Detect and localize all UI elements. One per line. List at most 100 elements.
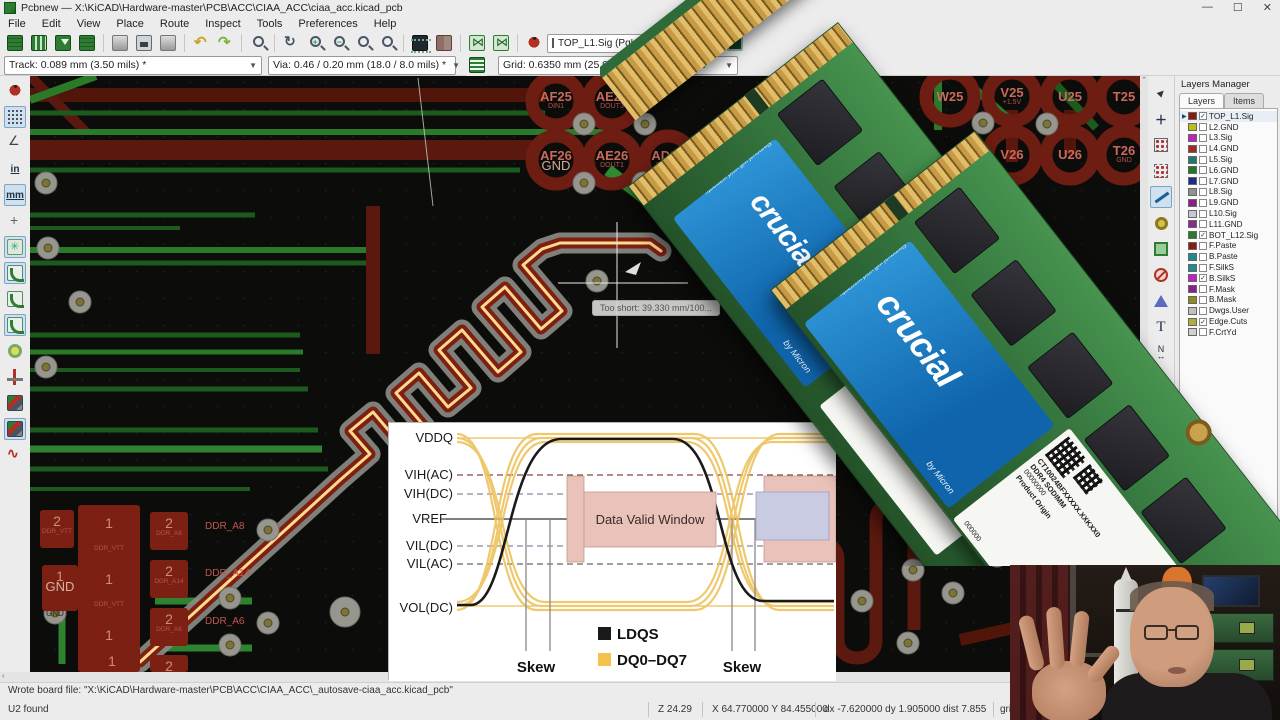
menu-place[interactable]: Place — [108, 18, 152, 30]
minimize-button[interactable]: — — [1202, 1, 1213, 14]
layer-visibility-checkbox[interactable]: ✓ — [1199, 317, 1207, 326]
menu-inspect[interactable]: Inspect — [197, 18, 248, 30]
library-browser-icon[interactable] — [433, 32, 455, 54]
menu-route[interactable]: Route — [152, 18, 197, 30]
layer-color-swatch[interactable] — [1188, 306, 1197, 315]
update-pcb-icon[interactable] — [466, 32, 488, 54]
layer-color-swatch[interactable] — [1188, 231, 1197, 240]
layer-row-b.mask[interactable]: B.Mask — [1180, 295, 1277, 306]
layer-row-b.paste[interactable]: B.Paste — [1180, 251, 1277, 262]
layer-color-swatch[interactable] — [1188, 295, 1197, 304]
layer-row-l9.gnd[interactable]: L9.GND — [1180, 197, 1277, 208]
layer-visibility-checkbox[interactable] — [1199, 328, 1207, 337]
layer-row-b.silks[interactable]: ✓ B.SilkS — [1180, 273, 1277, 284]
layer-row-l6.gnd[interactable]: L6.GND — [1180, 165, 1277, 176]
select-arrow-icon[interactable]: ► — [1150, 82, 1172, 104]
layer-color-swatch[interactable] — [1188, 209, 1197, 218]
net-inspector-icon[interactable] — [490, 32, 512, 54]
units-inches-icon[interactable]: in — [4, 158, 26, 180]
units-mm-icon[interactable]: mm — [4, 184, 26, 206]
layer-visibility-checkbox[interactable] — [1199, 166, 1207, 175]
layer-color-swatch[interactable] — [1188, 187, 1197, 196]
layer-visibility-checkbox[interactable] — [1199, 285, 1207, 294]
layer-row-l7.gnd[interactable]: L7.GND — [1180, 176, 1277, 187]
contrast-mode-button[interactable]: C — [667, 32, 689, 54]
menu-view[interactable]: View — [69, 18, 109, 30]
menu-edit[interactable]: Edit — [34, 18, 69, 30]
track-display-icon[interactable] — [4, 392, 26, 414]
layer-color-swatch[interactable] — [1188, 177, 1197, 186]
layer-row-edge.cuts[interactable]: ✓ Edge.Cuts — [1180, 316, 1277, 327]
layer-selector[interactable]: TOP_L1.Sig (PgUp) ▼ — [547, 33, 665, 53]
refresh-icon[interactable] — [280, 32, 302, 54]
layer-visibility-checkbox[interactable] — [1199, 209, 1207, 218]
3d-viewer-button[interactable] — [724, 32, 746, 54]
layer-visibility-checkbox[interactable] — [1199, 133, 1207, 142]
restore-button[interactable]: ☐ — [1233, 1, 1243, 14]
ratsnest-icon[interactable] — [4, 236, 26, 258]
tab-layers[interactable]: Layers — [1179, 93, 1225, 108]
diff-pair-icon[interactable] — [466, 54, 488, 76]
layer-color-swatch[interactable] — [1188, 285, 1197, 294]
layer-visibility-checkbox[interactable] — [1199, 155, 1207, 164]
zoom-select[interactable]: Zoom Auto ▼ — [650, 55, 738, 75]
curved-ratsnest-icon[interactable] — [4, 262, 26, 284]
close-button[interactable]: ✕ — [1263, 1, 1272, 14]
polar-coords-icon[interactable] — [4, 132, 26, 154]
save-board-icon[interactable] — [52, 32, 74, 54]
crossprobe-button[interactable] — [691, 32, 713, 54]
layer-row-f.paste[interactable]: F.Paste — [1180, 241, 1277, 252]
zoom-in-icon[interactable]: + — [304, 32, 326, 54]
layer-row-l8.sig[interactable]: L8.Sig — [1180, 187, 1277, 198]
grid-select[interactable]: Grid: 0.6350 mm (25.00 mils) ▼ — [498, 55, 653, 75]
layer-visibility-checkbox[interactable] — [1199, 241, 1207, 250]
menu-file[interactable]: File — [0, 18, 34, 30]
layer-row-l3.sig[interactable]: L3.Sig — [1180, 133, 1277, 144]
drc-icon[interactable] — [523, 32, 545, 54]
meander-icon[interactable] — [4, 444, 26, 466]
menu-help[interactable]: Help — [366, 18, 405, 30]
page-settings-icon[interactable] — [109, 32, 131, 54]
print-icon[interactable] — [133, 32, 155, 54]
add-dimension-icon[interactable]: N ↔ — [1150, 342, 1172, 364]
add-footprint-icon[interactable] — [1150, 160, 1172, 182]
redo-icon[interactable] — [214, 32, 236, 54]
new-board-icon[interactable] — [4, 32, 26, 54]
hide-ratsnest-icon[interactable] — [4, 288, 26, 310]
layer-color-swatch[interactable] — [1188, 198, 1197, 207]
layer-visibility-checkbox[interactable] — [1199, 187, 1207, 196]
pad-display-icon[interactable] — [4, 340, 26, 362]
menu-preferences[interactable]: Preferences — [290, 18, 365, 30]
layer-row-l11.gnd[interactable]: L11.GND — [1180, 219, 1277, 230]
layer-visibility-checkbox[interactable]: ✓ — [1199, 274, 1207, 283]
layer-color-swatch[interactable] — [1188, 220, 1197, 229]
layer-visibility-checkbox[interactable] — [1199, 198, 1207, 207]
cursor-shape-icon[interactable] — [4, 210, 26, 232]
via-size-select[interactable]: Via: 0.46 / 0.20 mm (18.0 / 8.0 mils) * ▼ — [268, 55, 460, 75]
layer-visibility-checkbox[interactable] — [1199, 144, 1207, 153]
tab-items[interactable]: Items — [1224, 93, 1265, 108]
via-display-icon[interactable] — [4, 366, 26, 388]
layer-color-swatch[interactable] — [1188, 112, 1197, 121]
board-setup-icon[interactable] — [76, 32, 98, 54]
layer-visibility-checkbox[interactable] — [1199, 123, 1207, 132]
layer-color-swatch[interactable] — [1188, 166, 1197, 175]
high-contrast-icon[interactable] — [4, 418, 26, 440]
layer-row-l10.sig[interactable]: L10.Sig — [1180, 208, 1277, 219]
grid-origin-icon[interactable] — [1150, 432, 1172, 454]
menu-tools[interactable]: Tools — [249, 18, 291, 30]
drc-bug-icon[interactable] — [4, 80, 26, 102]
layer-row-f.mask[interactable]: F.Mask — [1180, 284, 1277, 295]
layer-visibility-checkbox[interactable]: ✓ — [1199, 112, 1207, 121]
layer-row-l4.gnd[interactable]: L4.GND — [1180, 143, 1277, 154]
zoom-fit-icon[interactable] — [352, 32, 374, 54]
measure-grid-icon[interactable] — [1150, 134, 1172, 156]
layer-row-f.crtyd[interactable]: F.CrtYd — [1180, 327, 1277, 338]
layer-visibility-checkbox[interactable] — [1199, 177, 1207, 186]
open-board-icon[interactable] — [28, 32, 50, 54]
layer-row-l5.sig[interactable]: L5.Sig — [1180, 154, 1277, 165]
layer-visibility-checkbox[interactable] — [1199, 295, 1207, 304]
layer-row-top_l1.sig[interactable]: ▶ ✓ TOP_L1.Sig — [1180, 111, 1277, 122]
zoom-out-icon[interactable]: − — [328, 32, 350, 54]
grid-dots-icon[interactable] — [4, 106, 26, 128]
